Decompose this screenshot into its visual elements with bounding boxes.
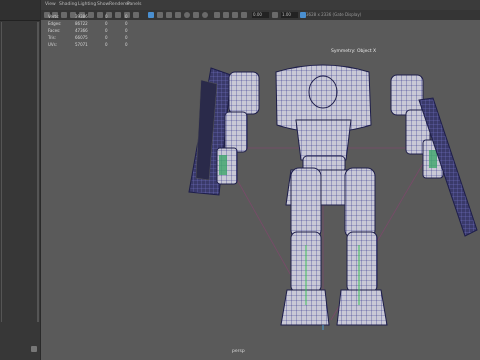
symmetry-label: Symmetry: Object X bbox=[331, 49, 377, 54]
hud-value: 39386 bbox=[75, 14, 88, 19]
menu-view[interactable]: View bbox=[45, 1, 56, 9]
shadows-icon[interactable] bbox=[193, 12, 199, 18]
isolate-select-icon[interactable] bbox=[214, 12, 220, 18]
right-leg bbox=[336, 167, 388, 326]
gamma-icon[interactable] bbox=[272, 12, 278, 18]
hud-row-verts: Verts: 39386 0 0 bbox=[41, 13, 141, 20]
torso bbox=[275, 64, 372, 173]
textured-icon[interactable] bbox=[175, 12, 181, 18]
exposure-field[interactable]: 0.00 bbox=[252, 12, 269, 18]
exposure-icon[interactable] bbox=[241, 12, 247, 18]
resolution-gate-label: 3628 x 2336 (Gate Display) bbox=[306, 12, 362, 17]
mech-model-wireframe[interactable] bbox=[41, 20, 480, 360]
hud-value: 0 bbox=[105, 14, 108, 19]
wireframe-on-shaded-icon[interactable] bbox=[166, 12, 172, 18]
lights-icon[interactable] bbox=[184, 12, 190, 18]
expand-icon[interactable] bbox=[31, 346, 37, 352]
ambient-occlusion-icon[interactable] bbox=[202, 12, 208, 18]
menu-panels[interactable]: Panels bbox=[127, 1, 141, 9]
menu-lighting[interactable]: Lighting bbox=[78, 1, 96, 9]
gamma-field[interactable]: 1.00 bbox=[281, 12, 298, 18]
wireframe-icon[interactable] bbox=[148, 12, 154, 18]
left-panel bbox=[0, 0, 41, 360]
left-panel-scrollbar[interactable] bbox=[37, 22, 39, 322]
xray-joints-icon[interactable] bbox=[232, 12, 238, 18]
right-arm bbox=[390, 74, 478, 237]
xray-icon[interactable] bbox=[223, 12, 229, 18]
hud-value: 0 bbox=[125, 14, 128, 19]
left-panel-header bbox=[0, 0, 40, 21]
left-panel-track bbox=[1, 22, 2, 322]
hud-label: Verts: bbox=[48, 14, 60, 19]
menu-show[interactable]: Show bbox=[97, 1, 109, 9]
viewport-menubar: View Shading Lighting Show Renderer Pane… bbox=[41, 0, 480, 10]
camera-name-label: persp bbox=[232, 349, 245, 354]
menu-shading[interactable]: Shading bbox=[59, 1, 77, 9]
smooth-shade-icon[interactable] bbox=[157, 12, 163, 18]
